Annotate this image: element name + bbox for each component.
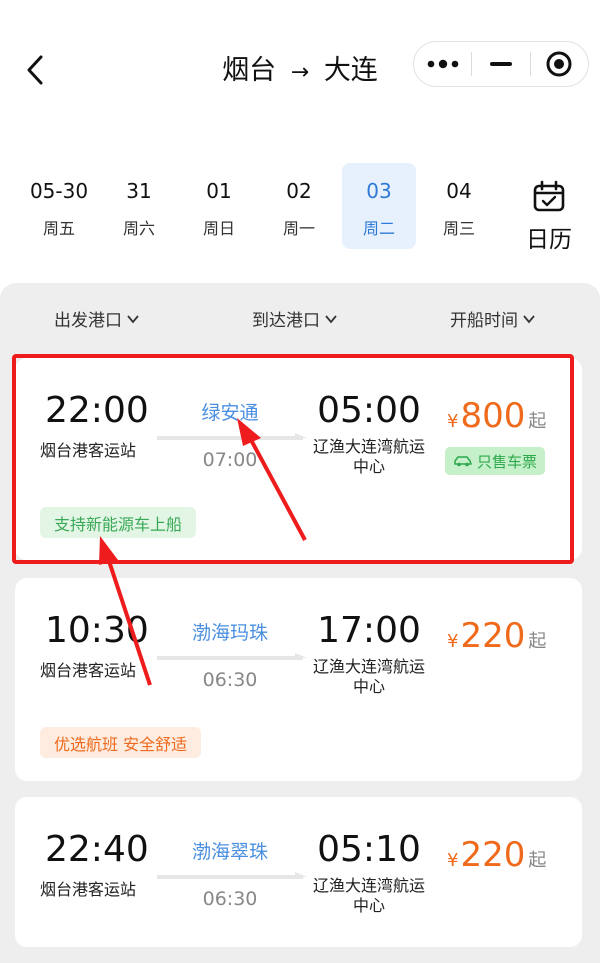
top-navigation-bar: 烟台 → 大连 (0, 0, 600, 140)
ship-name: 渤海翠珠 (191, 841, 268, 863)
title-destination: 大连 (323, 55, 378, 86)
arrival-port-line2: 中心 (352, 896, 385, 915)
miniprogram-capsule (413, 41, 589, 87)
arrival-time: 17:00 (317, 610, 421, 651)
date-label: 04 (446, 179, 472, 203)
arrival-time: 05:10 (317, 829, 421, 870)
filter-sail-time[interactable]: 开船时间 (450, 306, 536, 331)
date-label: 03 (366, 179, 392, 203)
minimize-button[interactable] (472, 42, 529, 86)
arrival-port-line1: 辽渔大连湾航运 (312, 657, 425, 676)
date-label: 01 (206, 179, 232, 203)
calendar-label: 日历 (526, 227, 572, 253)
highlight-box (12, 354, 574, 564)
minimize-icon (489, 62, 512, 66)
arrival-port: 辽渔大连湾航运 中心 (303, 657, 435, 697)
chevron-down-icon (523, 314, 535, 323)
date-item-31[interactable]: 31 周六 (102, 163, 176, 249)
more-dots-icon (427, 59, 458, 69)
arrival-port-line2: 中心 (352, 677, 385, 696)
date-item-0530[interactable]: 05-30 周五 (22, 163, 96, 249)
more-button[interactable] (414, 42, 471, 86)
weekday-label: 周一 (282, 219, 315, 238)
trip-duration: 06:30 (202, 669, 258, 691)
currency-symbol: ¥ (447, 631, 459, 652)
departure-port: 烟台港客运站 (40, 880, 137, 899)
weekday-label: 周日 (202, 219, 235, 238)
price: ¥ 220 起 (447, 616, 546, 656)
feature-badge: 优选航班 安全舒适 (40, 727, 202, 758)
date-label: 31 (126, 179, 152, 203)
date-item-03-selected[interactable]: 03 周二 (342, 163, 416, 249)
ship-name: 渤海玛珠 (191, 622, 268, 644)
weekday-label: 周三 (442, 219, 475, 238)
filter-label: 到达港口 (252, 311, 320, 331)
filter-label: 开船时间 (450, 311, 518, 331)
calendar-icon (533, 180, 565, 212)
date-strip-fade (486, 160, 506, 254)
departure-port: 烟台港客运站 (40, 661, 137, 680)
date-item-02[interactable]: 02 周一 (262, 163, 336, 249)
date-item-01[interactable]: 01 周日 (182, 163, 256, 249)
filter-arrival-port[interactable]: 到达港口 (252, 306, 338, 331)
price-value: 220 (460, 616, 526, 656)
weekday-label: 周五 (42, 219, 75, 238)
trip-duration: 06:30 (202, 888, 258, 910)
price-suffix: 起 (528, 850, 547, 871)
price-suffix: 起 (528, 631, 547, 652)
date-label: 05-30 (29, 179, 89, 203)
departure-time: 22:40 (45, 829, 149, 870)
route-arrow-icon (157, 653, 307, 660)
trip-card[interactable]: 10:30 烟台港客运站 渤海玛珠 06:30 17:00 辽渔大连湾航运 中心… (15, 578, 582, 781)
currency-symbol: ¥ (447, 850, 459, 871)
date-label: 02 (286, 179, 312, 203)
chevron-down-icon (127, 314, 139, 323)
filter-bar: 出发港口 到达港口 开船时间 (0, 300, 600, 336)
calendar-button[interactable]: 日历 (506, 180, 592, 253)
trip-card[interactable]: 22:40 烟台港客运站 渤海翠珠 06:30 05:10 辽渔大连湾航运 中心… (15, 797, 582, 947)
chevron-down-icon (325, 314, 337, 323)
back-button[interactable] (20, 52, 50, 88)
title-origin: 烟台 (222, 55, 277, 86)
date-item-04[interactable]: 04 周三 (422, 163, 496, 249)
price-value: 220 (460, 835, 526, 875)
departure-time: 10:30 (45, 610, 149, 651)
title-arrow: → (290, 60, 310, 85)
close-target-icon (546, 51, 572, 77)
filter-departure-port[interactable]: 出发港口 (54, 306, 140, 331)
arrival-port: 辽渔大连湾航运 中心 (303, 876, 435, 916)
arrival-port-line1: 辽渔大连湾航运 (312, 876, 425, 895)
price: ¥ 220 起 (447, 835, 546, 875)
weekday-label: 周六 (122, 219, 155, 238)
close-button[interactable] (531, 42, 588, 86)
route-arrow-icon (157, 872, 307, 879)
filter-label: 出发港口 (54, 311, 122, 331)
date-selector: 05-30 周五 31 周六 01 周日 02 周一 03 周二 04 周三 日… (0, 160, 600, 254)
weekday-label: 周二 (362, 219, 395, 238)
back-arrow-icon (27, 55, 43, 85)
